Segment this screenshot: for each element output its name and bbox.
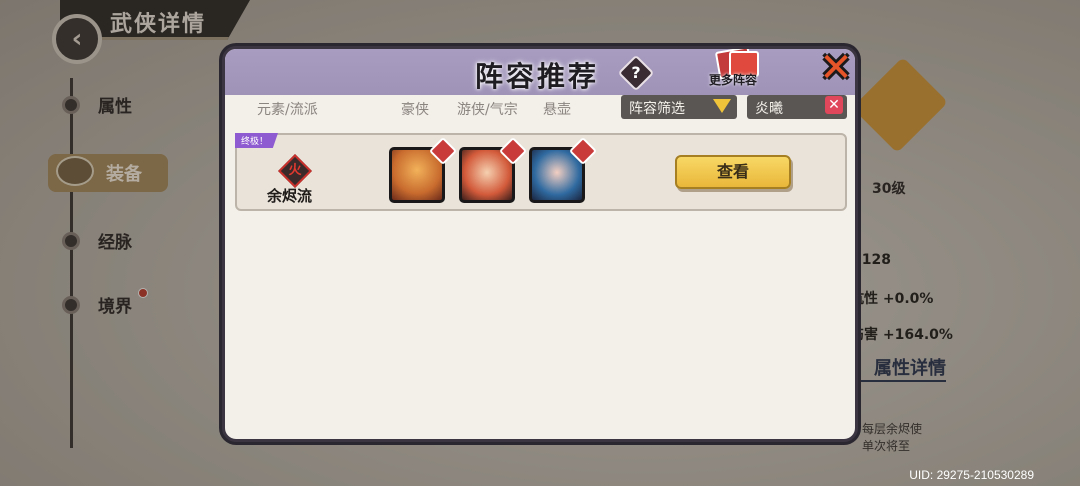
team-row: 终极！ 火 余烬流 查看 [235, 133, 847, 211]
team-filter-label: 阵容筛选 [629, 101, 685, 117]
column-header-haoxia[interactable]: 豪侠 [401, 99, 429, 119]
school-icon-char: 火 [288, 163, 302, 178]
remove-filter-icon[interactable]: ✕ [825, 96, 843, 114]
uid-label: UID: 29275-210530289 [909, 468, 1034, 482]
view-team-button[interactable]: 查看 [675, 155, 791, 189]
column-header-youxia[interactable]: 游侠/气宗 [457, 99, 518, 119]
column-header-element[interactable]: 元素/流派 [257, 99, 318, 119]
close-icon[interactable]: ✕ [817, 49, 855, 89]
more-teams-label: 更多阵容 [709, 73, 758, 87]
element-filter-label: 炎曦 [755, 101, 783, 117]
team-recommend-modal: 阵容推荐 ? 更多阵容 ✕ 元素/流派 豪侠 游侠/气宗 悬壶 阵容筛选 炎曦 … [222, 46, 858, 442]
team-filter-dropdown[interactable]: 阵容筛选 [621, 95, 737, 119]
fire-school-icon: 火 [278, 154, 312, 188]
column-header-xuanhu[interactable]: 悬壶 [543, 99, 571, 119]
element-filter-tag[interactable]: 炎曦 ✕ [747, 95, 847, 119]
modal-title: 阵容推荐 [475, 60, 600, 93]
more-teams-button[interactable]: 更多阵容 [709, 49, 769, 93]
final-badge: 终极！ [235, 133, 279, 148]
dropdown-triangle-icon [713, 99, 731, 113]
school-name: 余烬流 [267, 187, 313, 205]
